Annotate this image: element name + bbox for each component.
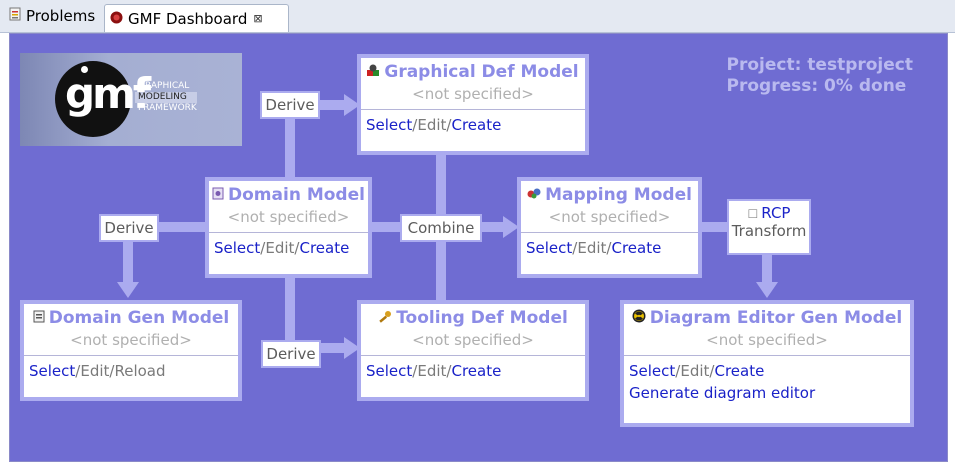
tooling-def-model-title: Tooling Def Model — [361, 304, 585, 328]
logo-words: GRAPHICAL MODELING FRAMEWORK — [135, 81, 197, 114]
gmf-logo: gmf GRAPHICAL MODELING FRAMEWORK — [20, 53, 242, 146]
project-name: Project: testproject — [726, 55, 914, 75]
tooling-def-model-box: Tooling Def Model <not specified> Select… — [357, 300, 589, 401]
graphical-def-model-subtitle: <not specified> — [412, 85, 534, 103]
diagram-editor-gen-select-link[interactable]: Select — [629, 362, 675, 380]
domain-model-box: Domain Model <not specified> Select/Edit… — [205, 177, 372, 278]
logo-line-modeling: MODELING — [135, 92, 197, 103]
arrow-to-domain-gen — [117, 282, 139, 298]
domain-gen-model-box: Domain Gen Model <not specified> Select/… — [20, 300, 242, 401]
tooling-def-create-link[interactable]: Create — [451, 362, 501, 380]
mapping-model-actions: Select/Edit/Create — [526, 239, 662, 257]
tooling-def-model-actions: Select/Edit/Create — [366, 362, 502, 380]
tab-problems[interactable]: Problems — [4, 5, 104, 27]
domain-select-link[interactable]: Select — [214, 239, 260, 257]
graphical-def-edit-link[interactable]: Edit — [417, 116, 446, 134]
arrow-to-diagram-editor-gen — [756, 282, 778, 298]
tooling-def-select-link[interactable]: Select — [366, 362, 412, 380]
diagram-editor-gen-create-link[interactable]: Create — [714, 362, 764, 380]
logo-line-graphical: GRAPHICAL — [138, 81, 190, 91]
mapping-model-box: Mapping Model <not specified> Select/Edi… — [517, 177, 702, 278]
mapping-model-subtitle: <not specified> — [548, 208, 671, 226]
combine-label[interactable]: Combine — [400, 214, 482, 242]
graphical-def-model-actions: Select/Edit/Create — [366, 116, 502, 134]
graphical-def-icon — [367, 64, 380, 81]
transform-label[interactable]: Transform — [729, 222, 809, 240]
project-status: Project: testproject Progress: 0% done — [727, 55, 914, 97]
tooling-def-edit-link[interactable]: Edit — [417, 362, 446, 380]
graphical-def-select-link[interactable]: Select — [366, 116, 412, 134]
domain-model-icon — [212, 187, 224, 204]
radiation-icon — [632, 309, 646, 327]
domain-gen-model-icon — [33, 310, 45, 327]
domain-create-link[interactable]: Create — [299, 239, 349, 257]
mapping-select-link[interactable]: Select — [526, 239, 572, 257]
gmf-dashboard-icon — [110, 10, 123, 28]
domain-model-title: Domain Model — [209, 181, 368, 205]
close-icon[interactable]: ⊠ — [253, 12, 262, 25]
rcp-checkbox[interactable]: ☐ RCP — [729, 201, 809, 222]
tab-gmf-dashboard-label: GMF Dashboard — [128, 9, 248, 28]
mapping-model-icon — [527, 188, 541, 204]
graphical-def-create-link[interactable]: Create — [451, 116, 501, 134]
tab-problems-label: Problems — [26, 7, 96, 25]
diagram-editor-gen-model-box: Diagram Editor Gen Model <not specified>… — [620, 300, 914, 427]
diagram-editor-gen-model-title: Diagram Editor Gen Model — [624, 304, 910, 328]
logo-dot — [81, 66, 88, 73]
graphical-def-model-box: Graphical Def Model <not specified> Sele… — [357, 54, 589, 155]
domain-model-subtitle: <not specified> — [227, 208, 350, 226]
progress-text: Progress: 0% done — [726, 76, 907, 96]
domain-gen-model-title: Domain Gen Model — [24, 304, 238, 328]
graphical-def-model-title: Graphical Def Model — [361, 58, 585, 82]
rcp-transform-control: ☐ RCP Transform — [727, 199, 811, 255]
mapping-create-link[interactable]: Create — [611, 239, 661, 257]
tooling-def-model-subtitle: <not specified> — [412, 331, 534, 349]
rcp-label: RCP — [761, 204, 791, 222]
domain-gen-edit-link[interactable]: Edit — [80, 362, 109, 380]
domain-model-actions: Select/Edit/Create — [214, 239, 350, 257]
checkbox-icon[interactable]: ☐ — [748, 207, 759, 221]
domain-gen-model-subtitle: <not specified> — [70, 331, 192, 349]
diagram-editor-gen-model-subtitle: <not specified> — [706, 331, 828, 349]
generate-diagram-editor-link[interactable]: Generate diagram editor — [624, 380, 910, 402]
domain-gen-model-actions: Select/Edit/Reload — [29, 362, 166, 380]
derive-domain-gen-label[interactable]: Derive — [99, 214, 159, 242]
problems-icon — [9, 7, 21, 25]
mapping-edit-link[interactable]: Edit — [577, 239, 606, 257]
diagram-editor-gen-model-actions: Select/Edit/Create — [629, 362, 765, 380]
mapping-model-title: Mapping Model — [521, 181, 698, 205]
editor-tab-bar: Problems GMF Dashboard ⊠ — [0, 0, 955, 33]
logo-line-framework: FRAMEWORK — [138, 103, 197, 113]
derive-graphical-label[interactable]: Derive — [260, 91, 320, 119]
editor-left-gutter — [0, 33, 9, 468]
diagram-editor-gen-edit-link[interactable]: Edit — [680, 362, 709, 380]
domain-gen-select-link[interactable]: Select — [29, 362, 75, 380]
tooling-def-icon — [378, 311, 392, 327]
connector-derive-tooling-vertical — [285, 275, 295, 350]
derive-tooling-label[interactable]: Derive — [261, 340, 321, 368]
domain-gen-reload-link[interactable]: Reload — [114, 362, 165, 380]
tab-gmf-dashboard[interactable]: GMF Dashboard ⊠ — [104, 4, 289, 32]
domain-edit-link[interactable]: Edit — [265, 239, 294, 257]
